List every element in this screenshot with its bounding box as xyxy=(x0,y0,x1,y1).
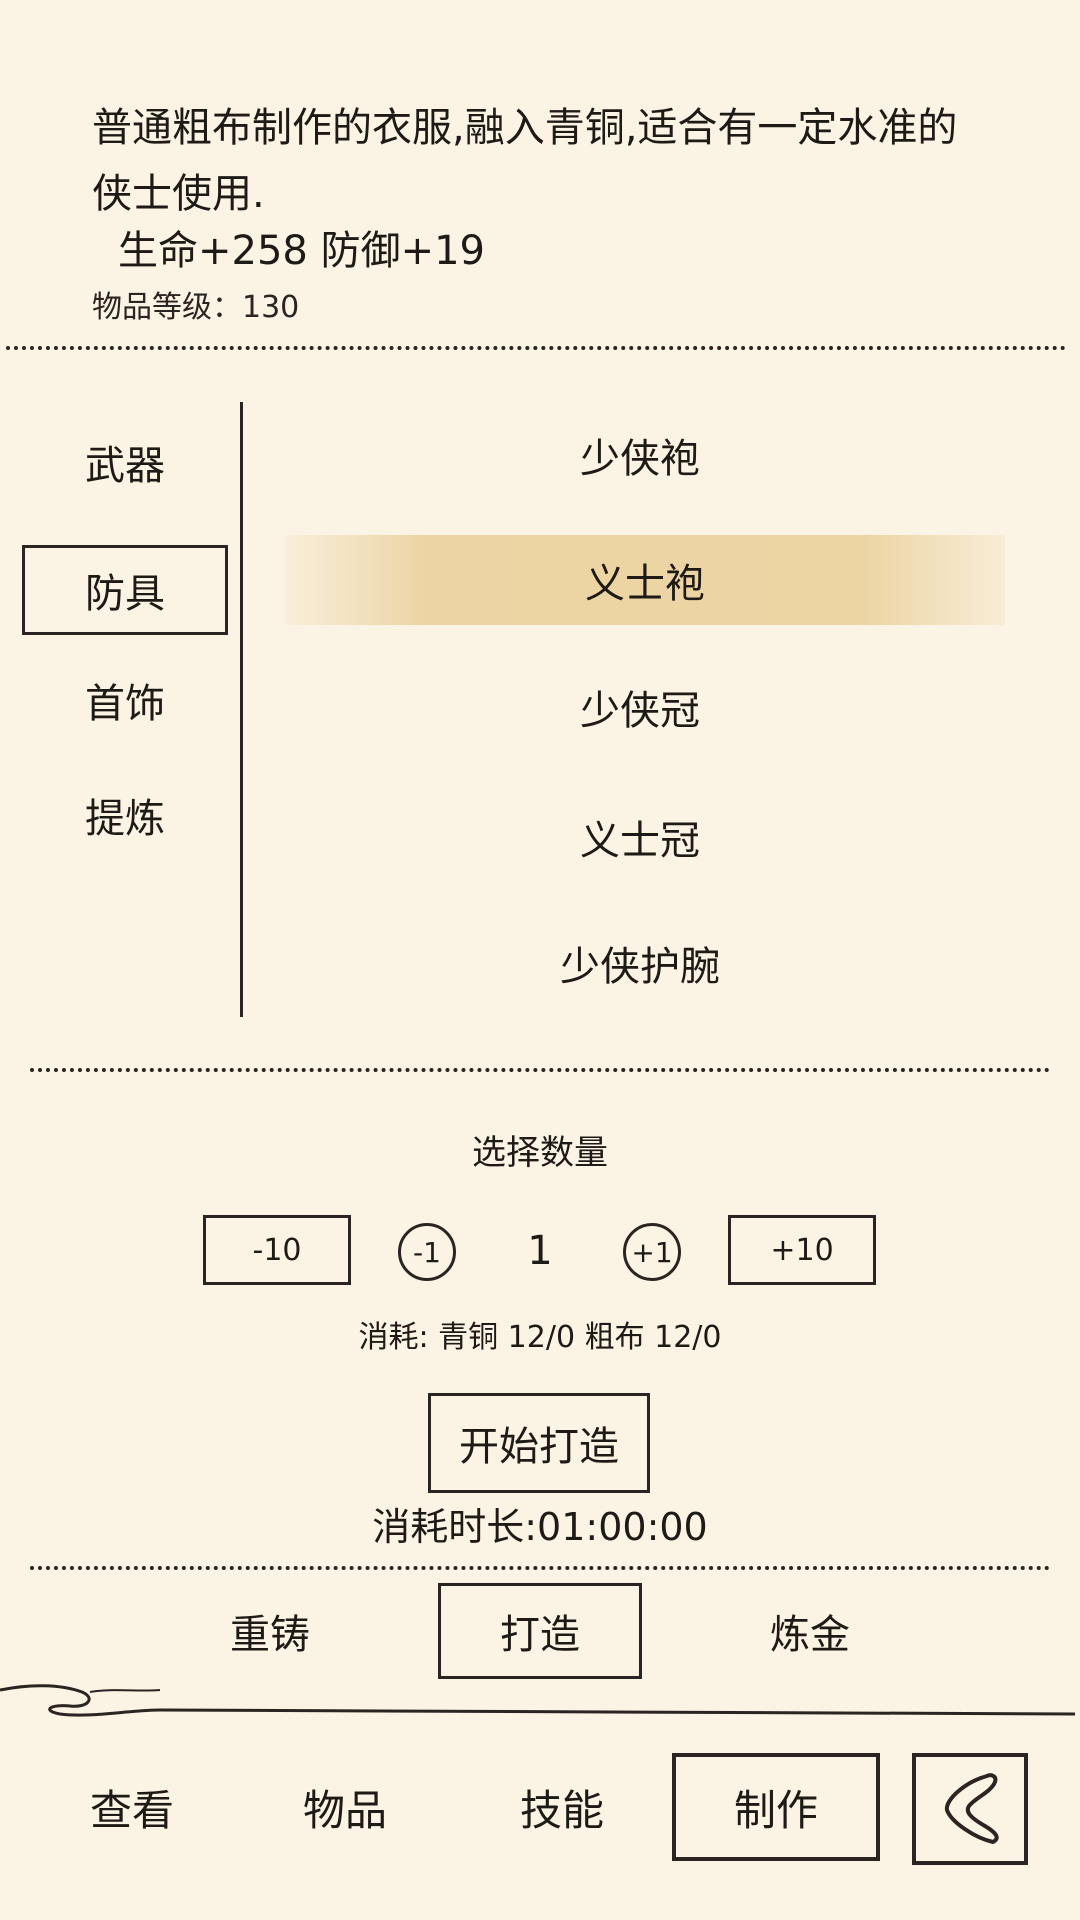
item-label: 少侠袍 xyxy=(580,436,700,482)
back-chevron-icon xyxy=(944,1773,999,1844)
nav-skills[interactable]: 技能 xyxy=(492,1753,632,1861)
category-divider xyxy=(240,402,243,1017)
tab-forge[interactable]: 打造 xyxy=(438,1583,642,1679)
quantity-title: 选择数量 xyxy=(472,1133,608,1173)
category-label: 武器 xyxy=(85,443,165,489)
item-label: 义士冠 xyxy=(580,818,700,864)
category-label: 防具 xyxy=(85,571,165,617)
tab-recast[interactable]: 重铸 xyxy=(200,1583,340,1679)
material-cost: 消耗: 青铜 12/0 粗布 12/0 xyxy=(358,1320,722,1355)
category-label: 提炼 xyxy=(85,796,165,842)
craft-duration: 消耗时长:01:00:00 xyxy=(372,1505,708,1549)
divider-middle xyxy=(30,1068,1050,1072)
item-row[interactable]: 少侠护腕 xyxy=(250,918,1030,1008)
start-craft-button[interactable]: 开始打造 xyxy=(428,1393,650,1493)
item-stats: 生命+258 防御+19 xyxy=(118,228,485,274)
item-row[interactable]: 少侠冠 xyxy=(250,662,1030,752)
item-description: 普通粗布制作的衣服,融入青铜,适合有一定水准的侠士使用. xyxy=(92,105,958,217)
category-accessory[interactable]: 首饰 xyxy=(22,655,228,745)
category-refine[interactable]: 提炼 xyxy=(22,770,228,860)
tab-alchemy[interactable]: 炼金 xyxy=(740,1583,880,1679)
plus-10-button[interactable]: +10 xyxy=(728,1215,876,1285)
item-row[interactable]: 少侠袍 xyxy=(250,410,1030,500)
category-weapon[interactable]: 武器 xyxy=(22,417,228,507)
plus-1-button[interactable]: +1 xyxy=(623,1223,681,1281)
quantity-value: 1 xyxy=(527,1228,553,1274)
brush-divider xyxy=(0,1684,1076,1717)
minus-10-button[interactable]: -10 xyxy=(203,1215,351,1285)
item-row-selected[interactable]: 义士袍 xyxy=(285,535,1005,625)
item-row[interactable]: 义士冠 xyxy=(250,792,1030,882)
back-button[interactable] xyxy=(912,1753,1028,1865)
category-armor[interactable]: 防具 xyxy=(22,545,228,635)
divider-top xyxy=(6,346,1066,350)
item-label: 少侠冠 xyxy=(580,688,700,734)
minus-1-button[interactable]: -1 xyxy=(398,1223,456,1281)
item-label: 少侠护腕 xyxy=(560,944,720,990)
item-level: 物品等级：130 xyxy=(92,290,300,325)
divider-bottom xyxy=(30,1566,1050,1570)
nav-items[interactable]: 物品 xyxy=(275,1753,415,1861)
nav-view[interactable]: 查看 xyxy=(62,1753,202,1861)
nav-craft[interactable]: 制作 xyxy=(672,1753,880,1861)
category-label: 首饰 xyxy=(85,681,165,727)
item-label: 义士袍 xyxy=(585,561,705,607)
